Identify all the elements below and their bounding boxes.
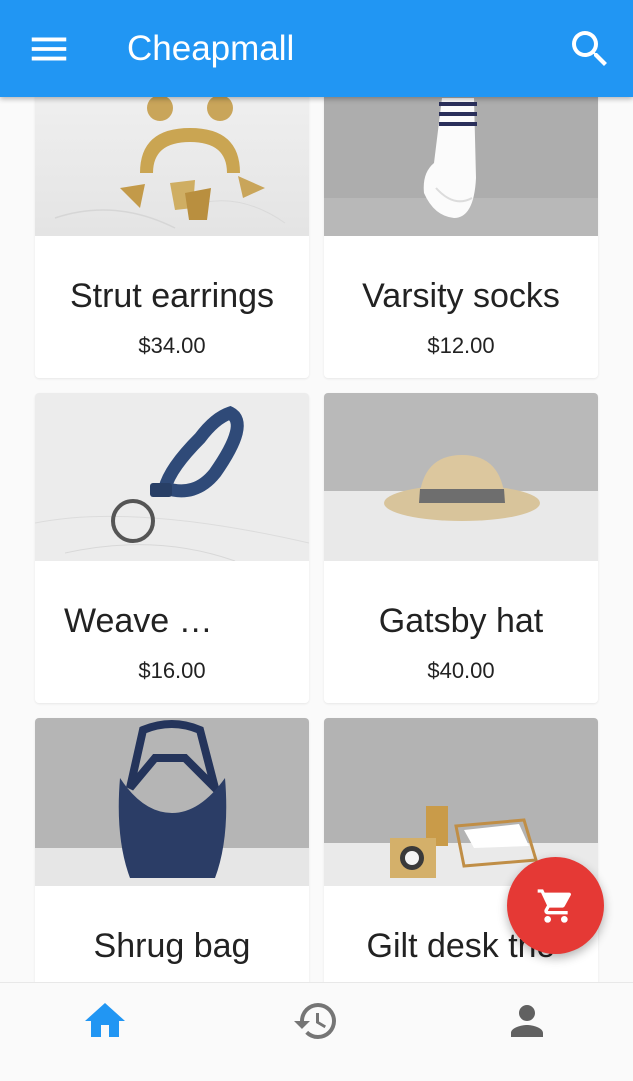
product-card[interactable]: Varsity socks $12.00 xyxy=(324,68,598,378)
product-price: $12.00 xyxy=(427,333,495,358)
product-card[interactable]: Gatsby hat $40.00 xyxy=(324,393,598,703)
nav-account[interactable] xyxy=(503,997,551,1045)
product-name: Gatsby hat xyxy=(378,602,544,640)
product-grid: Strut earrings $34.00 Varsity socks $12.… xyxy=(0,0,633,982)
history-icon xyxy=(294,1003,336,1039)
home-icon xyxy=(85,1003,125,1037)
product-card[interactable]: Weave … $16.00 xyxy=(35,393,309,703)
cart-fab[interactable] xyxy=(507,857,604,954)
product-image xyxy=(35,718,309,886)
menu-icon[interactable] xyxy=(26,26,72,72)
shopping-cart-icon xyxy=(537,889,572,923)
nav-history[interactable] xyxy=(292,997,340,1045)
product-name: Weave … xyxy=(64,602,213,640)
product-name: Strut earrings xyxy=(69,277,275,315)
account-icon xyxy=(511,1005,543,1037)
product-price: $34.00 xyxy=(138,333,206,358)
product-image xyxy=(324,393,598,561)
product-price: $40.00 xyxy=(427,658,495,683)
product-name: Varsity socks xyxy=(362,277,560,315)
product-price: $16.00 xyxy=(138,658,206,683)
app-bar: Cheapmall xyxy=(0,0,633,97)
product-name: Shrug bag xyxy=(93,927,251,965)
search-icon[interactable] xyxy=(566,25,614,73)
app-title: Cheapmall xyxy=(127,29,295,68)
product-card[interactable]: Shrug bag xyxy=(35,718,309,982)
bottom-navigation xyxy=(0,982,633,1081)
nav-home[interactable] xyxy=(81,997,129,1045)
product-card[interactable]: Strut earrings $34.00 xyxy=(35,68,309,378)
product-image xyxy=(35,393,309,561)
